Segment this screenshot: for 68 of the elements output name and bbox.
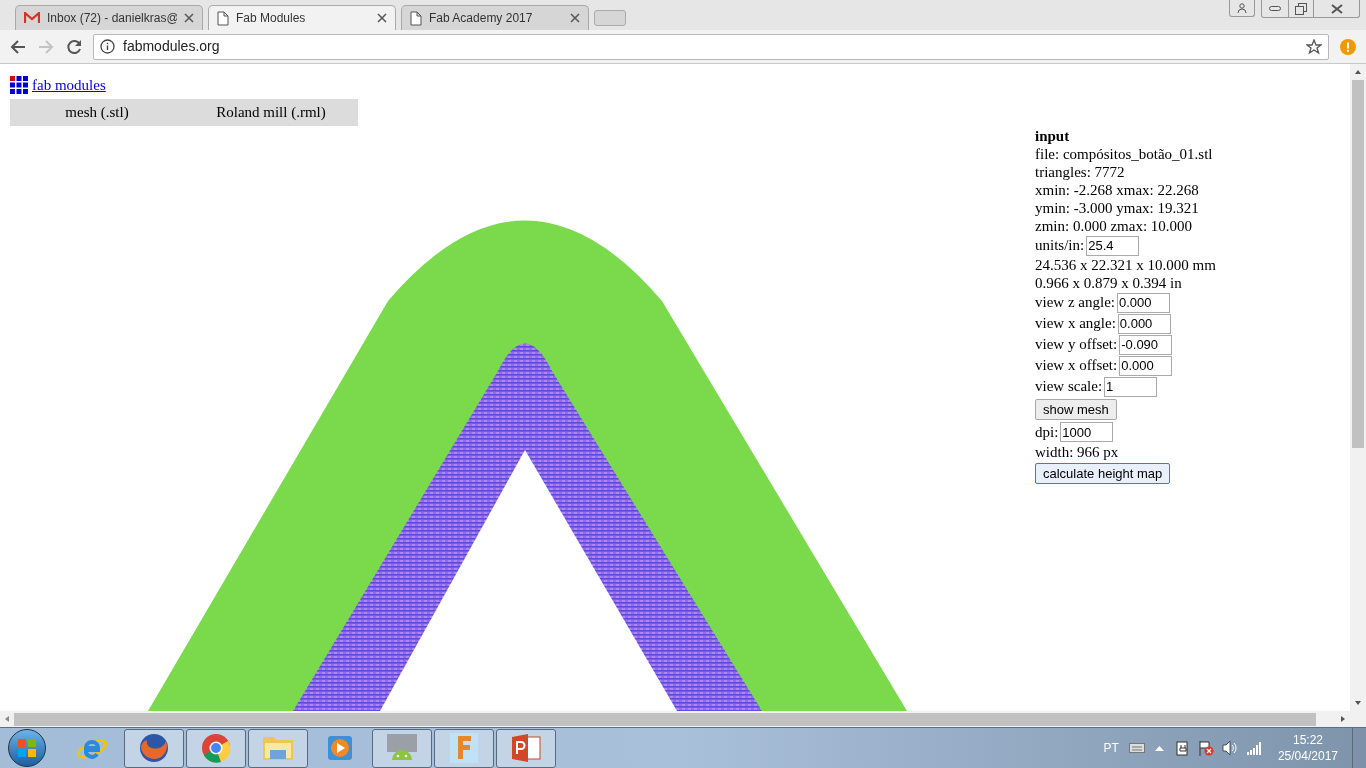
menu-item[interactable]: Roland mill (.rml) [184, 101, 358, 124]
horizontal-scrollbar[interactable] [0, 711, 1350, 727]
taskbar-button[interactable] [124, 728, 184, 768]
action-button[interactable]: calculate height map [1035, 462, 1171, 484]
page-icon [410, 10, 422, 26]
input-field[interactable]: 0.000 [1116, 292, 1170, 313]
panel-heading: input [1035, 127, 1071, 145]
reload-button[interactable] [65, 37, 83, 56]
input-field[interactable]: -0.090 [1119, 334, 1173, 355]
minimize-icon [1269, 5, 1281, 12]
field-label: units/in: [1035, 236, 1085, 256]
taskbar-button[interactable] [434, 728, 494, 768]
info-icon [100, 39, 115, 54]
info-text: file: compósitos_botão_01.stl [1035, 145, 1214, 163]
start-button[interactable] [8, 729, 46, 767]
fox-globe-icon [138, 732, 170, 764]
info-text: xmin: -2.268 xmax: 22.268 [1035, 181, 1200, 199]
browser-tab[interactable]: Fab Academy 2017 [401, 5, 589, 30]
vertical-scrollbar[interactable] [1350, 64, 1366, 727]
close-icon[interactable] [184, 13, 194, 23]
windows-logo-icon [17, 738, 37, 758]
dot-grid-logo-icon [10, 76, 28, 94]
chrome-logo-icon [200, 732, 232, 764]
home-link[interactable]: fab modules [32, 73, 106, 97]
address-bar[interactable]: fabmodules.org [93, 33, 1329, 60]
mail-icon [24, 12, 40, 24]
power-plug-icon[interactable] [1175, 740, 1190, 756]
info-text: triangles: 7772 [1035, 163, 1126, 181]
info-text: zmin: 0.000 zmax: 10.000 [1035, 217, 1194, 235]
keyboard-icon[interactable] [1128, 743, 1145, 753]
input-field[interactable]: 25.4 [1086, 235, 1140, 256]
input-field[interactable]: 1000 [1060, 422, 1114, 442]
field-label: view z angle: [1035, 293, 1115, 313]
field-label: dpi: [1035, 422, 1059, 442]
browser-tab[interactable]: Inbox (72) - danielkras@ [15, 5, 203, 30]
info-text: width: 966 px [1035, 442, 1120, 461]
action-button[interactable]: show mesh [1035, 399, 1117, 420]
taskbar-button[interactable] [372, 728, 432, 768]
flag-error-icon[interactable] [1197, 740, 1214, 756]
caret-up-icon[interactable] [1154, 745, 1164, 751]
f-logo-icon [449, 732, 479, 764]
page-icon [217, 10, 229, 26]
close-icon[interactable] [570, 13, 580, 23]
speaker-icon[interactable] [1221, 740, 1238, 756]
star-icon[interactable] [1306, 38, 1322, 55]
taskbar-button[interactable] [248, 728, 308, 768]
taskbar-button[interactable] [186, 728, 246, 768]
menu-item[interactable]: mesh (.stl) [10, 101, 184, 124]
input-field[interactable]: 0.000 [1119, 355, 1173, 376]
info-text: ymin: -3.000 ymax: 19.321 [1035, 199, 1200, 217]
profile-icon[interactable] [1229, 0, 1255, 17]
info-text: 0.966 x 0.879 x 0.394 in [1035, 274, 1183, 292]
url-text: fabmodules.org [123, 37, 221, 56]
field-label: view y offset: [1035, 335, 1118, 355]
signal-bars-icon[interactable] [1246, 741, 1262, 755]
close-icon [1330, 3, 1343, 14]
back-button[interactable] [9, 37, 27, 56]
input-field[interactable]: 1 [1104, 376, 1158, 397]
play-icon [325, 733, 355, 763]
field-label: view scale: [1035, 377, 1103, 397]
browser-tab[interactable]: Fab Modules [208, 5, 396, 30]
taskbar-button[interactable] [496, 728, 556, 768]
info-text: 24.536 x 22.321 x 10.000 mm [1035, 256, 1217, 274]
field-label: view x angle: [1035, 314, 1116, 334]
field-label: view x offset: [1035, 356, 1118, 376]
input-field[interactable]: 0.000 [1117, 313, 1171, 334]
slides-p-icon [510, 733, 542, 763]
close-icon[interactable] [377, 13, 387, 23]
